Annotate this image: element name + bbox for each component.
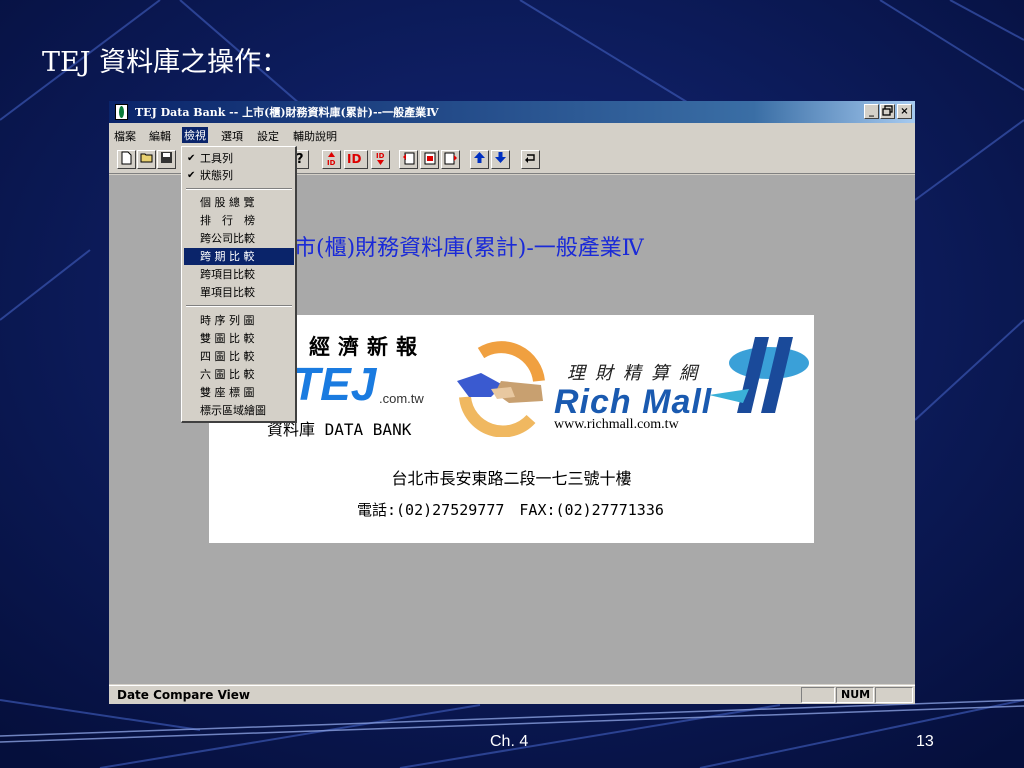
check-icon: ✔ — [187, 170, 196, 181]
menu-file[interactable]: 檔案 — [114, 128, 136, 144]
status-text: Date Compare View — [117, 688, 251, 702]
status-num: NUM — [836, 687, 874, 703]
arrow-down-icon — [495, 152, 506, 163]
svg-text:ID: ID — [327, 159, 336, 166]
close-button[interactable]: × — [897, 104, 912, 119]
richmall-logo-icon — [709, 337, 809, 413]
menu-item-area-plot[interactable]: 標示區域繪圖 — [184, 402, 294, 419]
report-2-icon — [424, 152, 435, 165]
sort-id-desc-icon: ID — [376, 152, 385, 165]
menu-item-cross-company[interactable]: 跨公司比較 — [184, 230, 294, 247]
menu-item-label: 狀態列 — [200, 169, 233, 182]
minimize-button[interactable]: _ — [864, 104, 879, 119]
report-3-button[interactable] — [441, 150, 460, 169]
check-icon: ✔ — [187, 153, 196, 164]
id-button[interactable]: ID — [344, 150, 368, 169]
arrow-down-button[interactable] — [491, 150, 510, 169]
id-icon: ID — [347, 152, 361, 166]
menu-bar: 檔案 編輯 檢視 選項 設定 輔助說明 — [109, 125, 915, 145]
report-1-icon — [402, 152, 414, 165]
new-file-button[interactable] — [117, 150, 136, 169]
banner-licai-jingsuan: 理財精算網 — [567, 363, 707, 384]
new-file-icon — [121, 151, 132, 165]
menu-edit[interactable]: 編輯 — [149, 128, 171, 144]
return-icon — [524, 154, 535, 163]
status-bar: Date Compare View NUM — [109, 685, 915, 705]
slide-title: TEJ 資料庫之操作： — [42, 47, 289, 78]
menu-separator — [186, 188, 292, 190]
footer-page-number: 13 — [916, 733, 934, 750]
tej-app-icon[interactable] — [115, 104, 128, 120]
save-button[interactable] — [157, 150, 176, 169]
report-1-button[interactable] — [399, 150, 418, 169]
tej-banner: 經濟新報 TEJ .com.tw 資料庫 DATA BANK 理財精算網 Ric… — [209, 315, 814, 543]
menu-item-quad-chart[interactable]: 四 圖 比 較 — [184, 348, 294, 365]
database-heading: 市(櫃)財務資料庫(累計)-一般產業Ⅳ — [294, 236, 644, 261]
banner-phone-fax: 電話:(02)27529777 FAX:(02)27771336 — [357, 501, 664, 519]
open-folder-icon — [140, 153, 152, 163]
banner-tej-logo: TEJ — [292, 358, 377, 410]
menu-settings[interactable]: 設定 — [257, 128, 279, 144]
save-icon — [161, 152, 172, 163]
menu-item-dual-chart[interactable]: 雙 圖 比 較 — [184, 330, 294, 347]
menu-item-toolbar[interactable]: ✔ 工具列 — [184, 150, 294, 167]
sort-id-asc-button[interactable]: ID — [322, 150, 341, 169]
svg-text:ID: ID — [347, 152, 361, 165]
svg-text:?: ? — [296, 152, 304, 165]
menu-item-dual-axis[interactable]: 雙 座 標 圖 — [184, 384, 294, 401]
arrow-up-icon — [474, 152, 485, 163]
return-button[interactable] — [521, 150, 540, 169]
restore-icon — [882, 105, 893, 116]
sort-id-desc-button[interactable]: ID — [371, 150, 390, 169]
open-button[interactable] — [137, 150, 156, 169]
banner-url: www.richmall.com.tw — [554, 417, 679, 432]
menu-item-label: 工具列 — [200, 152, 233, 165]
menu-help[interactable]: 輔助說明 — [293, 128, 337, 144]
banner-address: 台北市長安東路二段一七三號十樓 — [391, 469, 632, 488]
sort-id-asc-icon: ID — [327, 152, 336, 167]
report-3-icon — [444, 152, 457, 165]
menu-separator — [186, 305, 292, 307]
menu-item-six-chart[interactable]: 六 圖 比 較 — [184, 366, 294, 383]
status-cell-blank — [875, 687, 913, 703]
window-title: TEJ Data Bank -- 上市(櫃)財務資料庫(累計)--一般產業Ⅳ — [135, 106, 439, 119]
restore-button[interactable] — [880, 104, 895, 119]
window-title-bar[interactable]: TEJ Data Bank -- 上市(櫃)財務資料庫(累計)--一般產業Ⅳ _… — [109, 101, 915, 123]
menu-item-ranking[interactable]: 排 行 榜 — [184, 212, 294, 229]
handshake-icon — [457, 341, 545, 437]
footer-chapter: Ch. 4 — [490, 733, 529, 750]
menu-options[interactable]: 選項 — [221, 128, 243, 144]
arrow-up-button[interactable] — [470, 150, 489, 169]
menu-item-cross-period[interactable]: 跨 期 比 較 — [184, 248, 294, 265]
menu-item-single-item[interactable]: 單項目比較 — [184, 284, 294, 301]
status-cell-empty — [801, 687, 835, 703]
svg-text:ID: ID — [376, 152, 385, 160]
menu-item-time-series[interactable]: 時 序 列 圖 — [184, 312, 294, 329]
view-menu-dropdown: ✔ 工具列 ✔ 狀態列 個 股 總 覽 排 行 榜 跨公司比較 跨 期 比 較 … — [181, 146, 297, 423]
report-2-button[interactable] — [420, 150, 439, 169]
menu-item-stock-overview[interactable]: 個 股 總 覽 — [184, 194, 294, 211]
menu-item-cross-item[interactable]: 跨項目比較 — [184, 266, 294, 283]
menu-view[interactable]: 檢視 — [182, 127, 208, 143]
banner-comtw: .com.tw — [379, 391, 424, 406]
menu-item-statusbar[interactable]: ✔ 狀態列 — [184, 167, 294, 184]
